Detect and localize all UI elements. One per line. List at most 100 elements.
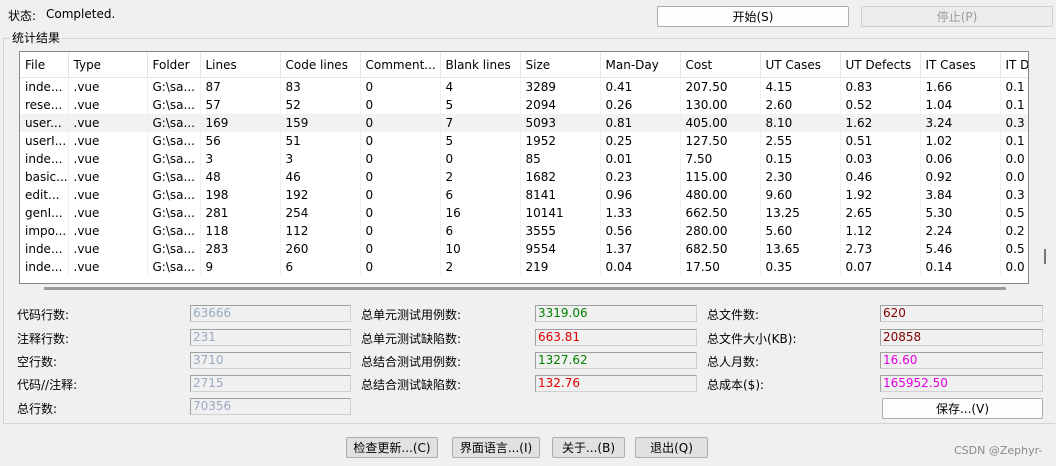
table-cell: 5093 (520, 114, 601, 132)
table-cell: 480.00 (680, 186, 761, 204)
table-cell: 0.96 (600, 186, 681, 204)
table-cell: 52 (280, 96, 361, 114)
ut-cases-label: 总单元测试用例数: (361, 308, 462, 322)
table-cell: 0.23 (600, 168, 681, 186)
about-button[interactable]: 关于...(B) (552, 437, 625, 458)
table-cell: 0 (360, 258, 441, 276)
table-cell: .vue (68, 258, 148, 276)
table-row[interactable]: inde... .vue G:\sa... 9 6 0 2 219 0.04 17.50 0.35 0… (20, 258, 1028, 276)
table-row[interactable]: inde... .vue G:\sa... 87 83 0 4 3289 0.41 207.50 4… (20, 77, 1028, 96)
file-size-label: 总文件大小(KB): (707, 332, 797, 346)
column-header[interactable]: IT Cases (920, 52, 1001, 78)
table-header: File Type Folder Lines Code lines Comment... B… (20, 52, 1028, 78)
table-cell: 0.03 (840, 150, 921, 168)
column-header[interactable]: Comment... (360, 52, 441, 78)
table-cell: 0 (360, 240, 441, 258)
ut-defects-field: 663.81 (535, 329, 697, 346)
table-cell: 0.2 (1000, 222, 1028, 240)
results-group-title: 统计结果 (10, 29, 63, 46)
column-header[interactable]: Folder (147, 52, 201, 78)
table-row[interactable]: impo... .vue G:\sa... 118 112 0 6 3555 0.56 280.0… (20, 222, 1028, 240)
table-cell: 2 (440, 258, 521, 276)
table-cell: 2.60 (760, 96, 841, 114)
column-header[interactable]: Lines (200, 52, 281, 78)
table-cell: 1.37 (600, 240, 681, 258)
column-header[interactable]: Size (520, 52, 601, 78)
table-cell: .vue (68, 77, 148, 96)
language-button[interactable]: 界面语言...(I) (452, 437, 540, 458)
save-button[interactable]: 保存...(V) (882, 398, 1043, 419)
stop-button[interactable]: 停止(P) (861, 6, 1053, 27)
table-cell: 7.50 (680, 150, 761, 168)
horizontal-scrollbar[interactable] (44, 287, 1006, 290)
table-cell: 0.06 (920, 150, 1001, 168)
table-cell: 1.62 (840, 114, 921, 132)
table-cell: 3.24 (920, 114, 1001, 132)
comment-lines-field: 231 (190, 329, 351, 346)
table-row[interactable]: userI... .vue G:\sa... 56 51 0 5 1952 0.25 127.50… (20, 132, 1028, 150)
column-header[interactable]: UT Cases (760, 52, 841, 78)
table-cell: 51 (280, 132, 361, 150)
table-row[interactable]: genI... .vue G:\sa... 281 254 0 16 10141 1.33 662… (20, 204, 1028, 222)
table-cell: 0.15 (760, 150, 841, 168)
table-cell: 0.07 (840, 258, 921, 276)
column-header[interactable]: File (20, 52, 69, 78)
blank-lines-field: 3710 (190, 352, 351, 369)
table-row[interactable]: rese... .vue G:\sa... 57 52 0 5 2094 0.26 130.00 2… (20, 96, 1028, 114)
watermark: CSDN @Zephyr- (954, 444, 1043, 457)
table-cell: 0 (360, 222, 441, 240)
table-cell: 130.00 (680, 96, 761, 114)
status-value: Completed. (46, 7, 116, 21)
table-cell: .vue (68, 222, 148, 240)
file-count-field: 620 (880, 305, 1043, 322)
it-cases-label: 总结合测试用例数: (361, 355, 462, 369)
column-header[interactable]: Blank lines (440, 52, 521, 78)
ut-defects-label: 总单元测试缺陷数: (361, 332, 462, 346)
table-cell: edit... (20, 186, 69, 204)
column-header[interactable]: IT D (1000, 52, 1028, 78)
column-header[interactable]: Cost (680, 52, 761, 78)
table-cell: 1952 (520, 132, 601, 150)
table-cell: 48 (200, 168, 281, 186)
table-cell: 10 (440, 240, 521, 258)
table-cell: 0.1 (1000, 132, 1028, 150)
table-cell: 3289 (520, 77, 601, 96)
table-row[interactable]: user... .vue G:\sa... 169 159 0 7 5093 0.81 405.0… (20, 114, 1028, 132)
table-cell: 3 (280, 150, 361, 168)
table-cell: G:\sa... (147, 96, 201, 114)
column-header[interactable]: UT Defects (840, 52, 921, 78)
check-update-button[interactable]: 检查更新...(C) (346, 437, 438, 458)
table-cell: 0.5 (1000, 240, 1028, 258)
column-header[interactable]: Man-Day (600, 52, 681, 78)
table-cell: 118 (200, 222, 281, 240)
man-months-label: 总人月数: (707, 355, 760, 369)
column-header[interactable]: Code lines (280, 52, 361, 78)
table-cell: 0.1 (1000, 77, 1028, 96)
results-table[interactable]: File Type Folder Lines Code lines Comment... B… (19, 51, 1029, 284)
table-cell: 83 (280, 77, 361, 96)
table-cell: 112 (280, 222, 361, 240)
table-row[interactable]: inde... .vue G:\sa... 283 260 0 10 9554 1.37 682.… (20, 240, 1028, 258)
exit-button[interactable]: 退出(Q) (635, 437, 708, 458)
table-cell: 281 (200, 204, 281, 222)
table-cell: 56 (200, 132, 281, 150)
table-cell: 1.33 (600, 204, 681, 222)
vertical-scrollbar[interactable] (1044, 249, 1046, 264)
table-cell: 405.00 (680, 114, 761, 132)
table-cell: 207.50 (680, 77, 761, 96)
table-row[interactable]: edit... .vue G:\sa... 198 192 0 6 8141 0.96 480.0… (20, 186, 1028, 204)
table-cell: G:\sa... (147, 222, 201, 240)
table-row[interactable]: basic... .vue G:\sa... 48 46 0 2 1682 0.23 115.00… (20, 168, 1028, 186)
table-cell: 115.00 (680, 168, 761, 186)
table-cell: inde... (20, 258, 69, 276)
table-cell: G:\sa... (147, 77, 201, 96)
column-header[interactable]: Type (68, 52, 148, 78)
table-cell: 0.41 (600, 77, 681, 96)
total-lines-label: 总行数: (17, 402, 58, 416)
comment-lines-label: 注释行数: (17, 332, 70, 346)
table-cell: 17.50 (680, 258, 761, 276)
table-cell: 5 (440, 96, 521, 114)
table-cell: 0.01 (600, 150, 681, 168)
start-button[interactable]: 开始(S) (657, 6, 849, 27)
table-row[interactable]: inde... .vue G:\sa... 3 3 0 0 85 0.01 7.50 0.15 0.0… (20, 150, 1028, 168)
